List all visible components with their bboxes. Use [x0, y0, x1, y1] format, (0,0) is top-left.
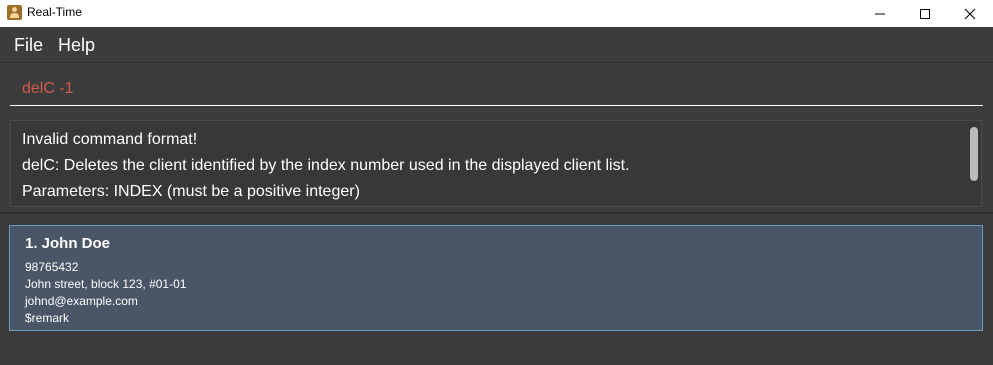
menu-help[interactable]: Help: [58, 35, 95, 56]
menu-file[interactable]: File: [14, 35, 43, 56]
client-remark: $remark: [25, 311, 70, 325]
maximize-icon: [920, 8, 930, 19]
minimize-button[interactable]: [857, 0, 903, 27]
client-card[interactable]: 1. John Doe 98765432 John street, block …: [9, 225, 983, 331]
client-phone: 98765432: [25, 260, 79, 274]
client-list: 1. John Doe 98765432 John street, block …: [0, 214, 993, 365]
app-icon: [7, 5, 22, 20]
maximize-button[interactable]: [902, 0, 948, 27]
result-line: Invalid command format!: [22, 131, 198, 148]
result-display: Invalid command format! delC: Deletes th…: [10, 120, 982, 207]
result-line: Parameters: INDEX (must be a positive in…: [22, 183, 360, 200]
client-email: johnd@example.com: [25, 294, 138, 308]
title-bar: Real-Time: [0, 0, 993, 27]
client-address: John street, block 123, #01-01: [25, 277, 187, 291]
minimize-icon: [875, 13, 885, 14]
close-icon: [964, 8, 976, 19]
client-name: 1. John Doe: [25, 235, 111, 252]
window-title: Real-Time: [27, 5, 82, 19]
scrollbar-thumb[interactable]: [970, 127, 978, 181]
menu-bar: File Help: [0, 27, 993, 63]
result-line: delC: Deletes the client identified by t…: [22, 157, 630, 174]
command-box: [0, 63, 993, 113]
app-window: Real-Time File Help Invalid command form…: [0, 0, 993, 365]
result-scrollbar[interactable]: [969, 125, 979, 203]
close-button[interactable]: [947, 0, 993, 27]
command-input[interactable]: [10, 73, 983, 106]
